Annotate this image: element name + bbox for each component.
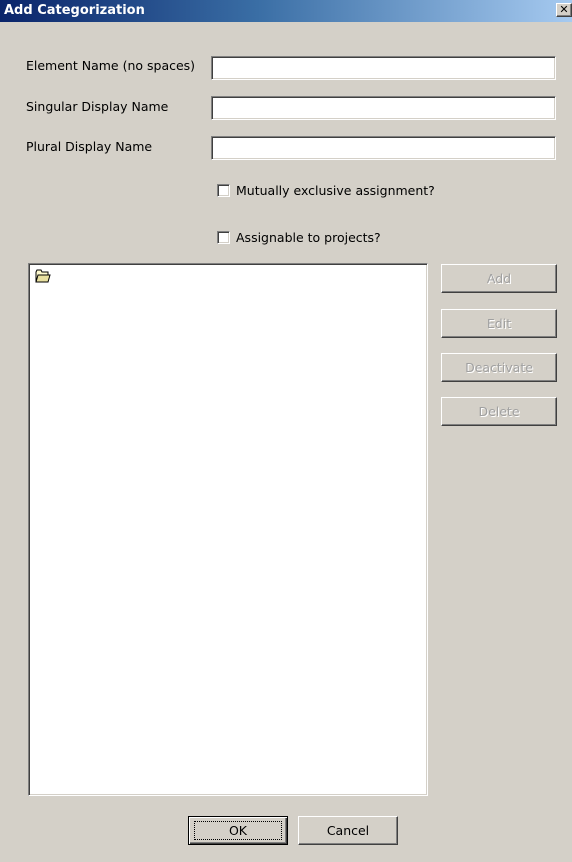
close-icon: ✕ [559,3,569,16]
mutually-exclusive-option[interactable]: Mutually exclusive assignment? [217,182,435,198]
assignable-to-projects-option[interactable]: Assignable to projects? [217,229,381,245]
assignable-to-projects-checkbox[interactable] [217,230,230,244]
mutually-exclusive-checkbox[interactable] [217,183,230,197]
assignable-to-projects-label: Assignable to projects? [236,229,381,245]
folder-icon[interactable] [35,269,51,283]
plural-display-name-label: Plural Display Name [26,139,153,154]
singular-display-name-field[interactable] [211,96,556,120]
add-button[interactable]: Add [441,264,557,293]
categorization-tree[interactable] [28,263,428,796]
mutually-exclusive-label: Mutually exclusive assignment? [236,182,435,198]
deactivate-button[interactable]: Deactivate [441,353,557,382]
ok-button-label: OK [194,821,282,840]
singular-display-name-label: Singular Display Name [26,99,169,114]
element-name-field[interactable] [211,56,556,80]
delete-button[interactable]: Delete [441,397,557,426]
title-bar[interactable]: Add Categorization ✕ [0,0,572,22]
close-button[interactable]: ✕ [556,3,572,17]
element-name-label: Element Name (no spaces) [26,58,196,73]
cancel-button[interactable]: Cancel [298,816,398,845]
ok-button[interactable]: OK [188,816,288,845]
window-title: Add Categorization [4,3,145,18]
edit-button[interactable]: Edit [441,309,557,338]
plural-display-name-field[interactable] [211,136,556,160]
